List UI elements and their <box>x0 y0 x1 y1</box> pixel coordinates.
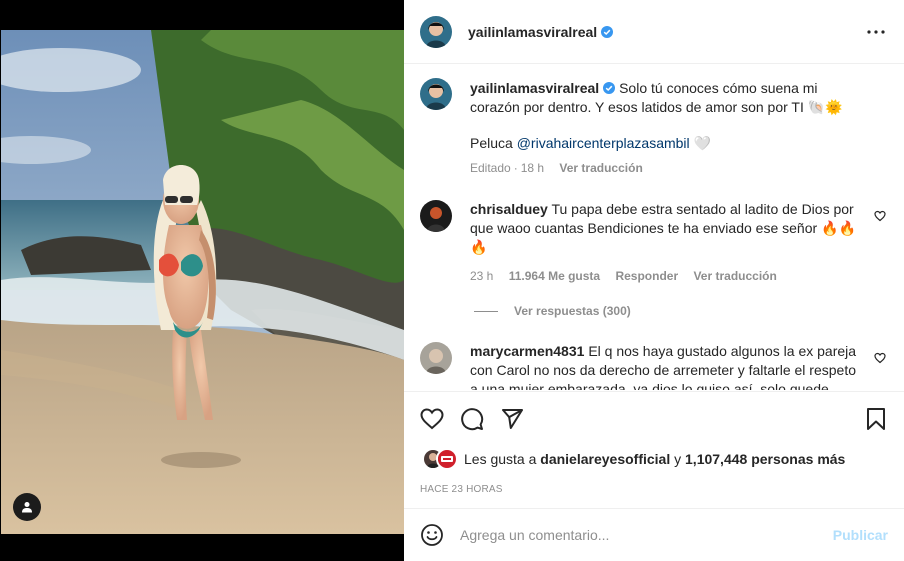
comment-body: marycarmen4831 El q nos haya gustado alg… <box>470 342 864 390</box>
comment-reply-button[interactable]: Responder <box>615 269 678 283</box>
emoji-icon[interactable] <box>420 523 444 547</box>
post-dialog: yailinlamasviralreal yailinlamasviralrea… <box>0 0 904 561</box>
comment-text-block: chrisalduey Tu papa debe estra sentado a… <box>470 200 864 257</box>
likes-count-link[interactable]: 1,107,448 personas más <box>685 451 845 467</box>
comment-like-icon[interactable] <box>874 352 886 364</box>
likes-prefix: Les gusta a <box>464 451 537 467</box>
caption-translate-link[interactable]: Ver traducción <box>559 161 642 175</box>
likes-summary: Les gusta a danielareyesofficial y 1,107… <box>420 446 888 472</box>
comment-icon <box>461 408 484 431</box>
comment-age[interactable]: 23 h <box>470 269 493 283</box>
post-details-panel: yailinlamasviralreal yailinlamasviralrea… <box>404 0 904 561</box>
verified-icon <box>603 82 616 94</box>
heart-icon <box>420 408 444 430</box>
caption-username[interactable]: yailinlamasviralreal <box>470 80 599 96</box>
caption-line2-prefix: Peluca <box>470 135 513 151</box>
beach-photo <box>1 30 404 534</box>
likes-connector: y <box>674 451 682 467</box>
like-button[interactable] <box>420 407 444 431</box>
comment-button[interactable] <box>460 407 484 431</box>
comment-item: marycarmen4831 El q nos haya gustado alg… <box>420 342 888 390</box>
caption-mention-link[interactable]: @rivahaircenterplazasambil <box>517 135 690 151</box>
verified-icon <box>601 25 614 38</box>
comment-item: chrisalduey Tu papa debe estra sentado a… <box>420 200 888 286</box>
share-button[interactable] <box>500 407 524 431</box>
post-photo[interactable] <box>1 30 404 534</box>
author-avatar-image <box>420 15 452 48</box>
comment-body: chrisalduey Tu papa debe estra sentado a… <box>470 200 864 286</box>
action-bar <box>420 392 888 446</box>
comment-avatar[interactable] <box>420 200 452 232</box>
edited-label: Editado <box>470 161 511 175</box>
comment-username[interactable]: marycarmen4831 <box>470 343 584 359</box>
caption-text-block: yailinlamasviralreal Solo tú conoces cóm… <box>470 79 864 117</box>
share-icon <box>502 409 523 429</box>
caption-avatar[interactable] <box>420 78 452 110</box>
view-replies-label[interactable]: Ver respuestas (300) <box>514 304 631 318</box>
caption-line2-suffix: 🤍 <box>693 135 711 151</box>
publish-button[interactable]: Publicar <box>833 527 888 543</box>
comment-likes-count[interactable]: 11.964 Me gusta <box>509 269 600 283</box>
replies-divider <box>474 310 498 312</box>
caption-avatar-image <box>420 78 452 110</box>
liker-avatar <box>436 448 458 470</box>
caption-line2: Peluca @rivahaircenterplazasambil 🤍 <box>470 134 864 153</box>
caption: yailinlamasviralreal Solo tú conoces cóm… <box>420 78 888 178</box>
more-icon <box>867 29 885 34</box>
author-avatar[interactable] <box>420 15 452 48</box>
bookmark-icon <box>867 408 885 430</box>
comment-text-block: marycarmen4831 El q nos haya gustado alg… <box>470 342 864 390</box>
post-media <box>0 0 404 561</box>
caption-body: yailinlamasviralreal Solo tú conoces cóm… <box>470 78 864 178</box>
author-username-text[interactable]: yailinlamasviralreal <box>468 24 597 40</box>
user-tag-button[interactable] <box>13 493 41 521</box>
comment-avatar-image <box>420 200 452 232</box>
liker-avatar-image <box>438 450 456 468</box>
comment-translate-link[interactable]: Ver traducción <box>693 269 776 283</box>
comment-input[interactable] <box>460 527 833 543</box>
comment-like-icon[interactable] <box>874 210 886 222</box>
author-username[interactable]: yailinlamasviralreal <box>468 24 614 40</box>
post-actions: Les gusta a danielareyesofficial y 1,107… <box>404 391 904 495</box>
comment-username[interactable]: chrisalduey <box>470 201 548 217</box>
post-header: yailinlamasviralreal <box>404 0 904 64</box>
add-comment-bar: Publicar <box>404 508 904 561</box>
likes-user-link[interactable]: danielareyesofficial <box>540 451 670 467</box>
caption-meta: Editado · 18 h Ver traducción <box>470 159 864 178</box>
comment-meta: 23 h 11.964 Me gusta Responder Ver tradu… <box>470 267 864 286</box>
user-tag-icon <box>22 502 32 513</box>
comments-list[interactable]: yailinlamasviralreal Solo tú conoces cóm… <box>404 64 904 390</box>
post-timestamp[interactable]: Hace 23 horas <box>420 484 888 495</box>
comment-avatar[interactable] <box>420 342 452 374</box>
more-options-button[interactable] <box>864 20 888 44</box>
save-button[interactable] <box>864 407 888 431</box>
comment-avatar-image <box>420 342 452 374</box>
meta-separator: · <box>513 161 518 175</box>
caption-age[interactable]: 18 h <box>521 161 544 175</box>
view-replies-button[interactable]: Ver respuestas (300) <box>474 304 888 318</box>
likes-text: Les gusta a danielareyesofficial y 1,107… <box>464 451 845 467</box>
likers-avatars[interactable] <box>422 448 462 470</box>
